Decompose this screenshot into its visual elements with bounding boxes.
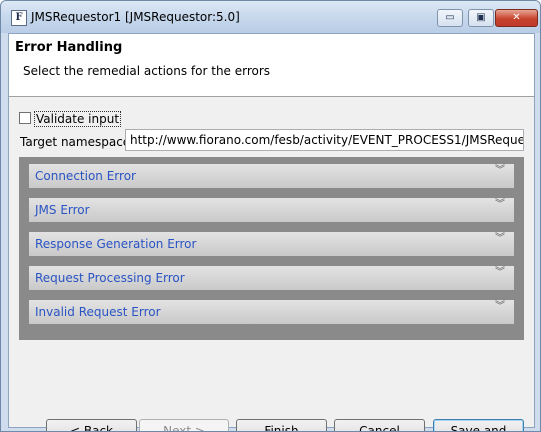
page-title: Error Handling <box>15 40 123 55</box>
target-namespace-label: Target namespace: <box>20 135 135 149</box>
wizard-body: Validate input Target namespace: http://… <box>9 97 534 431</box>
finish-button[interactable]: Finish <box>236 419 327 432</box>
double-chevron-down-icon[interactable]: ︾ <box>494 268 506 285</box>
error-row-label: Request Processing Error <box>35 271 185 285</box>
error-row-label: JMS Error <box>35 203 90 217</box>
error-row-label: Invalid Request Error <box>35 305 161 319</box>
error-row-jms[interactable]: JMS Error ︾ <box>29 198 514 222</box>
page-subtitle: Select the remedial actions for the erro… <box>23 64 271 78</box>
finish-button-label: inish <box>270 424 299 432</box>
validate-input-label[interactable]: Validate input <box>34 111 122 127</box>
minimize-button[interactable]: ▭ <box>437 9 463 27</box>
validate-input-checkbox[interactable] <box>19 112 31 124</box>
save-and-close-button[interactable]: Save and Close <box>433 419 524 431</box>
double-chevron-down-icon[interactable]: ︾ <box>494 302 506 319</box>
dialog-window: F JMSRequestor1 [JMSRequestor:5.0] ▭ ▣ ✕… <box>0 0 541 432</box>
next-button-label: ext > <box>172 424 205 432</box>
wizard-header: Error Handling Select the remedial actio… <box>9 34 534 97</box>
back-button[interactable]: < Back <box>46 419 137 432</box>
title-bar[interactable]: F JMSRequestor1 [JMSRequestor:5.0] ▭ ▣ ✕ <box>1 1 540 33</box>
next-button-mnemonic: N <box>163 424 173 432</box>
back-button-mnemonic: B <box>83 424 93 432</box>
error-row-request-processing[interactable]: Request Processing Error ︾ <box>29 266 514 290</box>
error-row-label: Response Generation Error <box>35 237 197 251</box>
error-row-label: Connection Error <box>35 169 136 183</box>
back-button-label: ack <box>92 424 113 432</box>
error-handling-panel: Connection Error ︾ JMS Error ︾ Response … <box>19 157 524 340</box>
cancel-button[interactable]: Cancel <box>334 419 425 431</box>
close-button[interactable]: ✕ <box>495 9 538 27</box>
error-row-invalid-request[interactable]: Invalid Request Error ︾ <box>29 300 514 324</box>
double-chevron-down-icon[interactable]: ︾ <box>494 234 506 251</box>
next-button[interactable]: Next > <box>139 419 229 432</box>
double-chevron-down-icon[interactable]: ︾ <box>494 166 506 183</box>
dialog-client-area: Error Handling Select the remedial actio… <box>8 33 535 431</box>
fiorano-app-icon: F <box>11 10 27 26</box>
double-chevron-down-icon[interactable]: ︾ <box>494 200 506 217</box>
error-row-response-generation[interactable]: Response Generation Error ︾ <box>29 232 514 256</box>
target-namespace-field[interactable]: http://www.fiorano.com/fesb/activity/EVE… <box>125 129 524 151</box>
maximize-button[interactable]: ▣ <box>468 9 494 27</box>
back-button-prefix: < <box>69 424 84 432</box>
error-row-connection[interactable]: Connection Error ︾ <box>29 164 514 188</box>
window-title: JMSRequestor1 [JMSRequestor:5.0] <box>31 10 240 24</box>
